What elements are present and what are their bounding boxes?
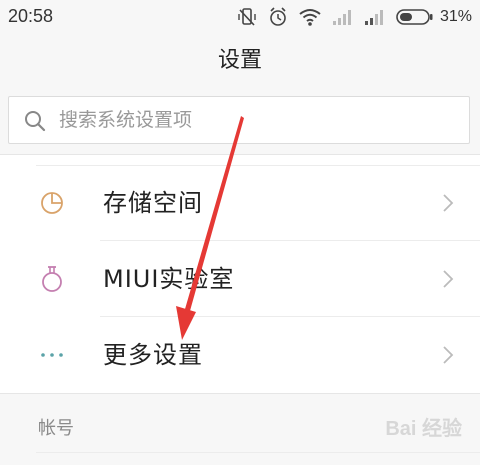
page-title: 设置 (217, 48, 262, 73)
settings-item-label: 更多设置 (103, 341, 203, 369)
settings-item-miui-lab[interactable]: MIUI实验室 (0, 241, 480, 317)
search-bar[interactable] (8, 96, 470, 144)
wifi-icon (299, 9, 321, 26)
settings-list: 存储空间 MIUI实验室 更多设置 (0, 154, 480, 394)
chevron-right-icon (443, 194, 454, 212)
battery-percentage: 31% (439, 8, 472, 25)
vibrate-off-icon (238, 8, 256, 26)
signal-icon (332, 10, 351, 25)
section-header-account: 帐号 (38, 418, 74, 439)
settings-item-label: MIUI实验室 (103, 265, 235, 293)
chevron-right-icon (443, 346, 454, 364)
status-bar: 20:58 31% (0, 0, 480, 34)
divider (36, 452, 480, 453)
watermark: Bai 经验 (385, 418, 462, 440)
signal-icon (364, 10, 383, 25)
status-icons: 31% (236, 6, 472, 28)
settings-item-storage[interactable]: 存储空间 (0, 165, 480, 241)
search-input[interactable] (59, 97, 459, 143)
alarm-icon (270, 7, 286, 26)
search-icon (25, 111, 46, 132)
status-time: 20:58 (8, 6, 54, 26)
storage-pie-icon (41, 192, 63, 214)
settings-item-more-settings[interactable]: 更多设置 (0, 317, 480, 393)
battery-icon (396, 9, 433, 25)
chevron-right-icon (443, 270, 454, 288)
settings-item-label: 存储空间 (103, 189, 203, 217)
more-dots-icon (41, 353, 63, 357)
lab-flask-icon (42, 266, 62, 292)
